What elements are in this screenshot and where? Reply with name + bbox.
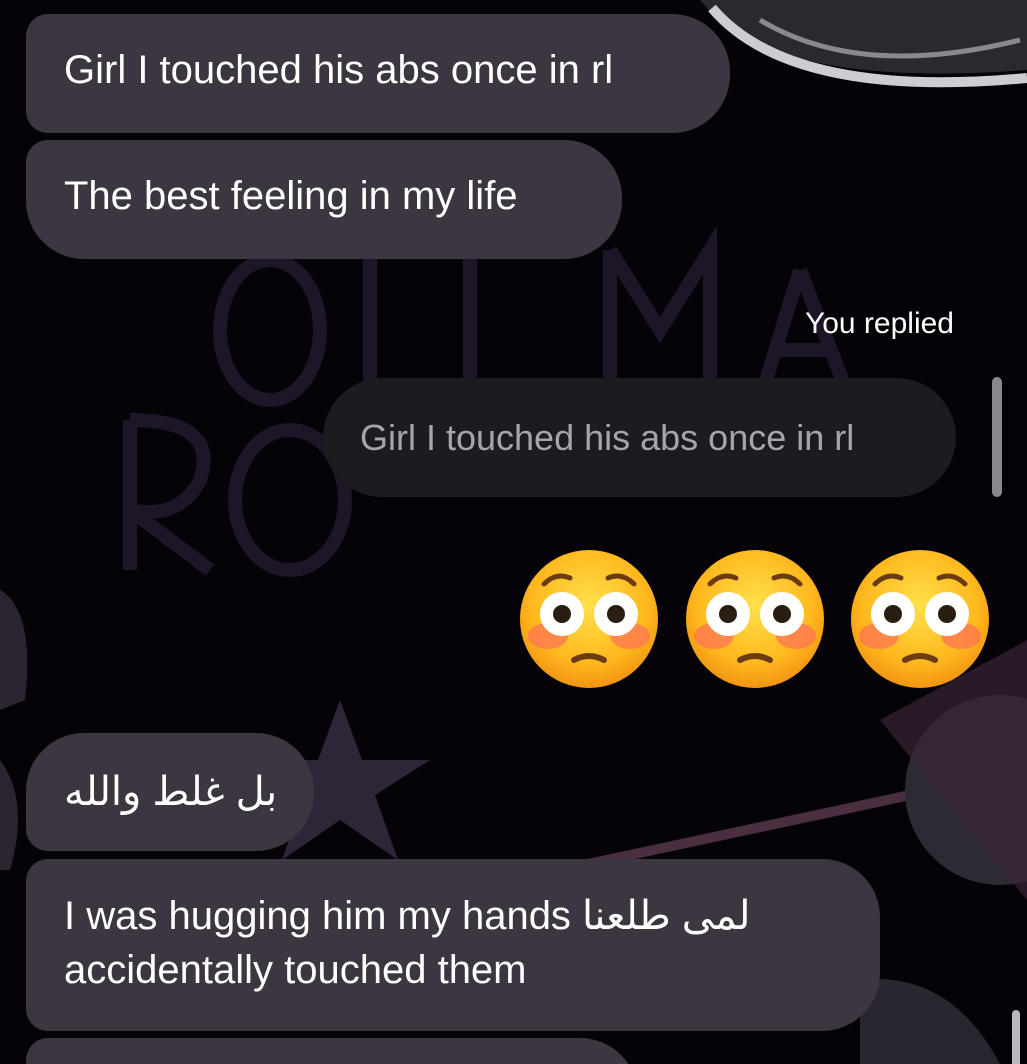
message-text-line: accidentally touched them (64, 948, 527, 992)
wallpaper-bottom-shape (860, 979, 1000, 1064)
message-bubble[interactable]: Girl I touched his abs once in rl (26, 14, 730, 133)
flushed-face-icon (520, 550, 658, 688)
message-text: The best feeling in my life (64, 174, 518, 218)
message-text-line: I was hugging him my hands لمى طلعنا (64, 894, 751, 938)
flushed-face-icon (686, 550, 824, 688)
dm-chat-screen: Girl I touched his abs once in rl The be… (0, 0, 1027, 1064)
message-bubble[interactable]: بل غلط والله (26, 733, 314, 851)
message-text: بل غلط والله (64, 770, 278, 814)
flushed-face-icon (851, 550, 989, 688)
wallpaper-left-shape (0, 590, 28, 710)
message-bubble-partial[interactable] (26, 1038, 638, 1064)
scrollbar[interactable] (1012, 1010, 1020, 1064)
reply-indicator-bar (992, 377, 1002, 497)
message-text: Girl I touched his abs once in rl (64, 48, 614, 92)
reply-label: You replied (804, 307, 954, 340)
quoted-text: Girl I touched his abs once in rl (360, 416, 855, 458)
wallpaper-left-shape-2 (0, 760, 18, 870)
emoji-message[interactable] (518, 548, 994, 690)
quoted-reply-bubble[interactable]: Girl I touched his abs once in rl (323, 378, 956, 497)
message-bubble[interactable]: The best feeling in my life (26, 140, 622, 259)
message-bubble[interactable]: I was hugging him my hands لمى طلعنا acc… (26, 859, 880, 1031)
